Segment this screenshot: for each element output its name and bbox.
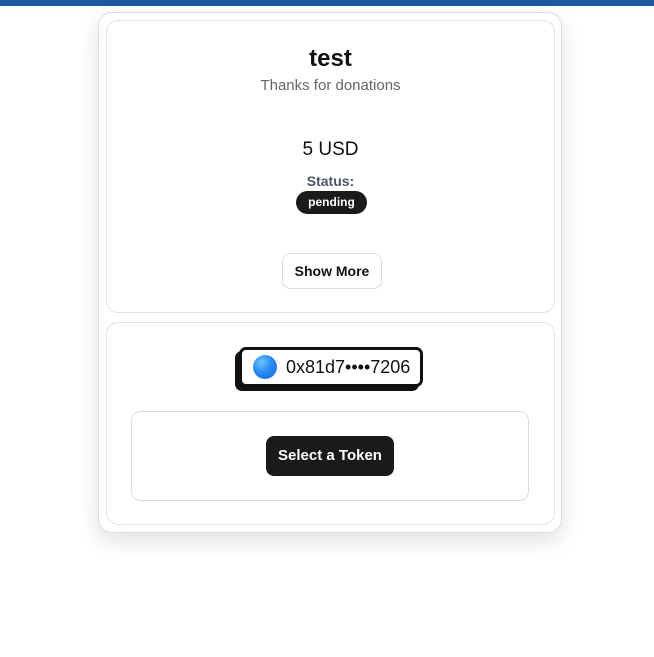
select-token-button[interactable]: Select a Token <box>266 436 394 476</box>
show-more-button[interactable]: Show More <box>282 253 382 289</box>
payment-amount: 5 USD <box>302 139 359 160</box>
wallet-address: 0x81d7••••7206 <box>286 356 411 377</box>
status-badge: pending <box>296 191 367 214</box>
token-selection-box: Select a Token <box>131 411 529 501</box>
wallet-avatar-icon <box>253 355 277 379</box>
payment-title: test <box>309 45 352 72</box>
payment-info-card: test Thanks for donations 5 USD Status: … <box>106 20 555 313</box>
wallet-account-button[interactable]: 0x81d7••••7206 <box>239 347 423 387</box>
wallet-card: 0x81d7••••7206 Select a Token <box>106 322 555 525</box>
top-accent-bar <box>0 0 654 6</box>
status-label: Status: <box>306 173 355 189</box>
payment-description: Thanks for donations <box>260 77 401 94</box>
